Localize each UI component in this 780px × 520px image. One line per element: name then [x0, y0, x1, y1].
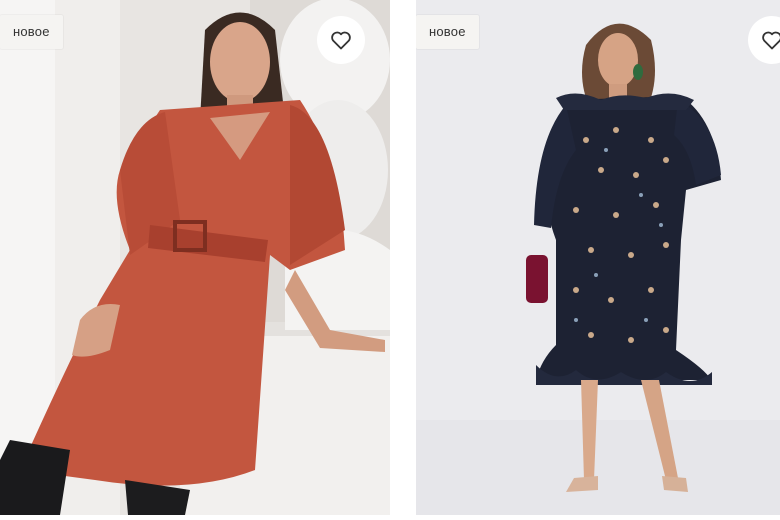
product-image-2[interactable] [416, 0, 780, 515]
new-badge: новое [0, 15, 63, 49]
product-image-1[interactable] [0, 0, 390, 515]
heart-outline-icon [331, 31, 351, 50]
new-badge: новое [416, 15, 479, 49]
heart-outline-icon [762, 31, 780, 50]
product-card-2[interactable]: новое [416, 0, 780, 515]
favorite-button[interactable] [317, 16, 365, 64]
product-card-1[interactable]: новое [0, 0, 390, 515]
